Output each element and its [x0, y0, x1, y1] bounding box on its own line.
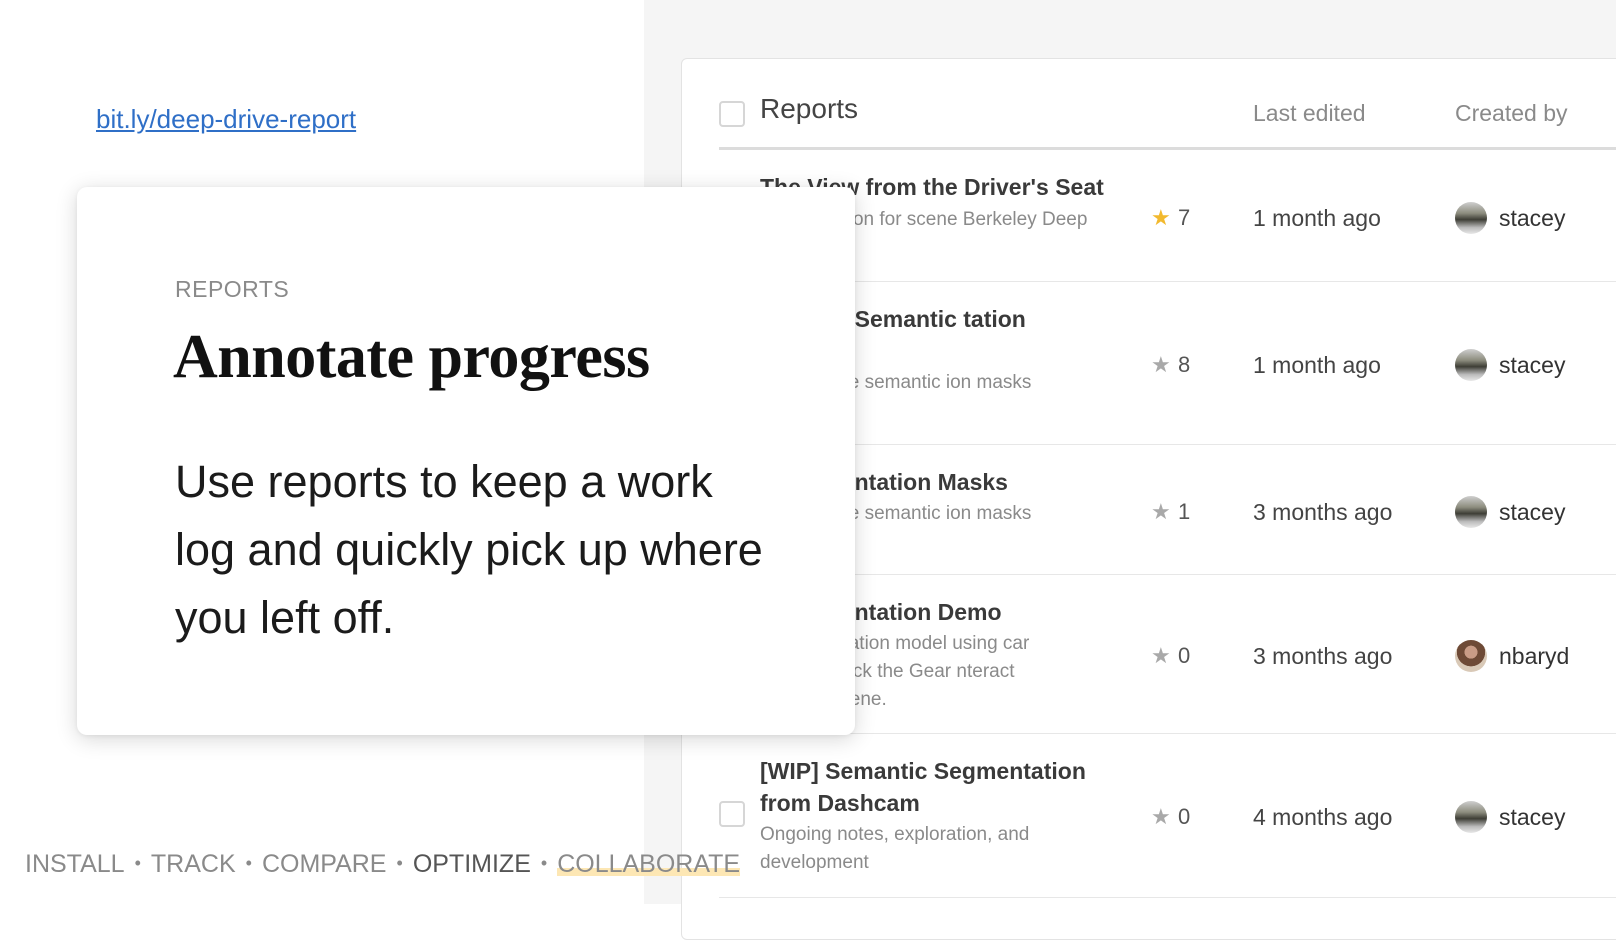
footer-item-compare[interactable]: COMPARE — [262, 850, 387, 879]
user-avatar — [1455, 640, 1487, 672]
report-link[interactable]: bit.ly/deep-drive-report — [96, 104, 356, 135]
star-count: 8 — [1178, 352, 1191, 377]
footer-separator: • — [134, 853, 141, 873]
reports-header-title: Reports — [760, 93, 859, 124]
column-header-last-edited[interactable]: Last edited — [1253, 100, 1366, 127]
last-edited: 1 month ago — [1253, 205, 1381, 231]
user-avatar — [1455, 496, 1487, 528]
user-avatar — [1455, 349, 1487, 381]
footer-nav: INSTALL • TRACK • COMPARE • OPTIMIZE • COLLABORA… — [25, 850, 741, 879]
star-icon[interactable]: ★ — [1151, 644, 1171, 668]
footer-item-collaborate[interactable]: COLLABORATE — [557, 850, 741, 879]
footer-item-track[interactable]: TRACK — [151, 850, 236, 879]
column-header-created-by[interactable]: Created by — [1455, 100, 1568, 127]
footer-separator: • — [540, 853, 548, 873]
report-title[interactable]: [WIP] Semantic Segmentation from Dashcam — [760, 755, 1120, 819]
user-avatar — [1455, 202, 1487, 234]
footer-item-optimize[interactable]: OPTIMIZE — [413, 850, 531, 879]
row-divider — [719, 733, 1616, 734]
last-edited: 3 months ago — [1253, 499, 1393, 525]
last-edited: 1 month ago — [1253, 352, 1381, 378]
header-divider — [719, 147, 1616, 150]
star-icon[interactable]: ★ — [1151, 206, 1171, 230]
star-count: 1 — [1178, 499, 1191, 524]
footer-separator: • — [396, 853, 403, 873]
created-by-user[interactable]: stacey — [1499, 353, 1565, 377]
star-count: 0 — [1178, 643, 1191, 668]
star-icon[interactable]: ★ — [1151, 353, 1171, 377]
created-by-user[interactable]: stacey — [1499, 206, 1565, 230]
star-icon[interactable]: ★ — [1151, 805, 1171, 829]
row-divider — [719, 897, 1616, 898]
footer-separator: • — [245, 853, 252, 873]
star-count: 0 — [1178, 804, 1191, 829]
card-headline: Annotate progress — [173, 323, 650, 391]
row-checkbox[interactable] — [719, 801, 745, 827]
created-by-user[interactable]: nbaryd — [1499, 644, 1569, 668]
report-description: Ongoing notes, exploration, and developm… — [760, 824, 1030, 873]
card-eyebrow: REPORTS — [175, 276, 290, 302]
footer-item-install[interactable]: INSTALL — [25, 850, 125, 879]
created-by-user[interactable]: stacey — [1499, 500, 1565, 524]
last-edited: 3 months ago — [1253, 643, 1393, 669]
created-by-user[interactable]: stacey — [1499, 805, 1565, 829]
card-body: Use reports to keep a work log and quick… — [175, 456, 763, 643]
user-avatar — [1455, 801, 1487, 833]
select-all-checkbox[interactable] — [719, 101, 745, 127]
star-count: 7 — [1178, 205, 1191, 230]
last-edited: 4 months ago — [1253, 804, 1393, 830]
star-icon[interactable]: ★ — [1151, 500, 1171, 524]
